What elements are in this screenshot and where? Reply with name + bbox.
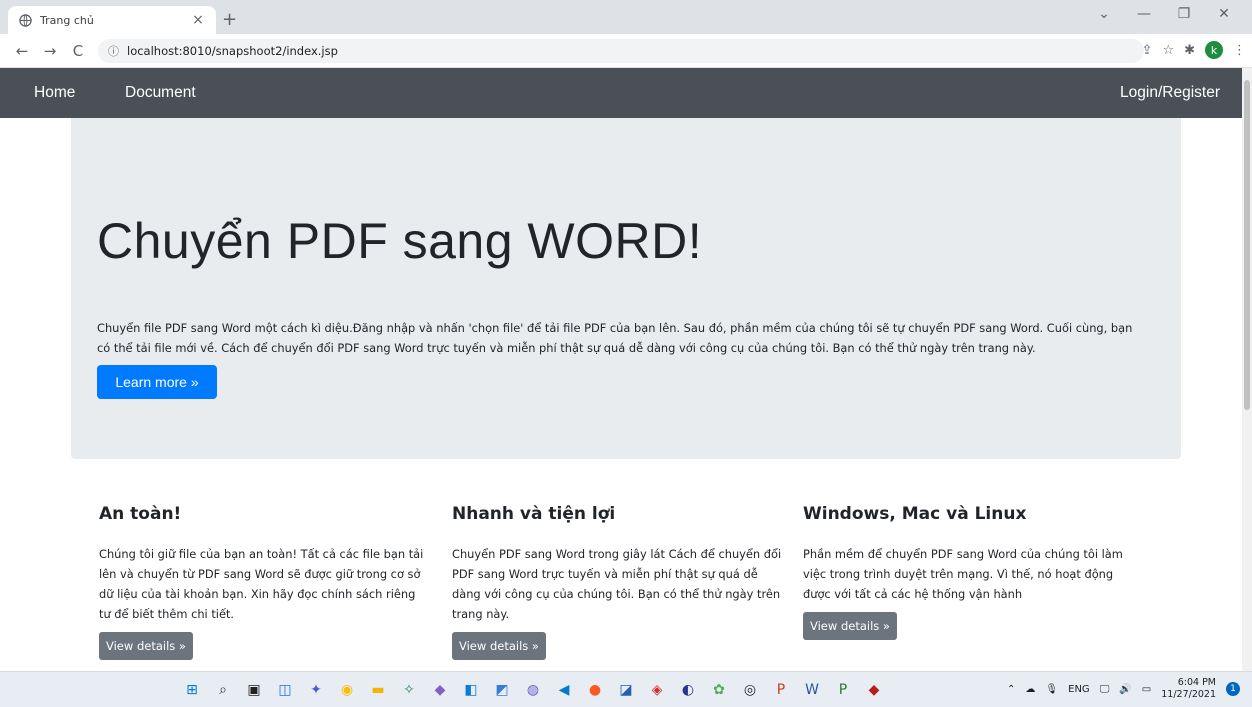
app-icon[interactable]: ◧	[459, 678, 483, 702]
scrollbar-thumb[interactable]	[1244, 80, 1250, 410]
clock-time: 6:04 PM	[1177, 677, 1216, 688]
app-icon[interactable]: ◆	[862, 678, 886, 702]
nav-login-register-link[interactable]: Login/Register	[1120, 84, 1220, 102]
feature-heading: Nhanh và tiện lợi	[452, 504, 616, 524]
search-icon[interactable]: ⌕	[211, 678, 235, 702]
nav-document-link[interactable]: Document	[125, 84, 196, 102]
volume-icon[interactable]: 🔊	[1119, 684, 1131, 695]
nav-home-link[interactable]: Home	[34, 84, 75, 102]
tab-search-icon[interactable]: ⌄	[1084, 6, 1124, 22]
new-tab-button[interactable]: +	[222, 9, 237, 30]
view-details-button[interactable]: View details »	[99, 632, 193, 660]
app-icon[interactable]: ✿	[707, 678, 731, 702]
app-icon[interactable]: ◪	[614, 678, 638, 702]
app-icon[interactable]: ◈	[645, 678, 669, 702]
powerpoint-icon[interactable]: P	[769, 678, 793, 702]
language-indicator[interactable]: ENG	[1068, 684, 1090, 695]
chevron-up-icon[interactable]: ⌃	[1007, 684, 1015, 695]
microphone-icon[interactable]: 🎙	[1045, 684, 1058, 695]
share-icon[interactable]: ⇪	[1142, 43, 1153, 58]
tab-close-icon[interactable]: ×	[190, 12, 206, 28]
app-icon[interactable]: ✧	[397, 678, 421, 702]
feature-column-security: An toàn! Chúng tôi giữ file của bạn an t…	[99, 504, 429, 660]
network-icon[interactable]: 🖵	[1100, 684, 1110, 695]
page-scrollbar[interactable]	[1242, 68, 1252, 671]
clock-date: 11/27/2021	[1161, 689, 1216, 700]
notification-badge[interactable]: 1	[1226, 682, 1240, 696]
clock[interactable]: 6:04 PM 11/27/2021	[1161, 677, 1216, 701]
forward-button[interactable]: →	[38, 42, 62, 60]
address-bar[interactable]: ⓘ localhost:8010/snapshoot2/index.jsp	[98, 39, 1144, 63]
reload-button[interactable]: C	[66, 42, 90, 60]
feature-text: Phần mềm để chuyển PDF sang Word của chú…	[803, 547, 1123, 601]
hero-jumbotron: Chuyển PDF sang WORD! Chuyển file PDF sa…	[71, 118, 1181, 459]
bookmark-star-icon[interactable]: ☆	[1162, 43, 1174, 58]
file-explorer-icon[interactable]: ▬	[366, 678, 390, 702]
web-page: Home Document Login/Register Chuyển PDF …	[0, 68, 1242, 671]
vscode-icon[interactable]: ◀	[552, 678, 576, 702]
feature-heading: An toàn!	[99, 504, 182, 524]
project-icon[interactable]: P	[831, 678, 855, 702]
extensions-icon[interactable]: ✱	[1184, 43, 1195, 58]
view-details-button[interactable]: View details »	[452, 632, 546, 660]
feature-text: Chuyển PDF sang Word trong giây lát Cách…	[452, 547, 782, 621]
feature-column-platforms: Windows, Mac và Linux Phần mềm để chuyển…	[803, 504, 1133, 640]
minimize-button[interactable]: —	[1124, 6, 1164, 22]
globe-icon	[18, 13, 32, 27]
task-view-icon[interactable]: ▣	[242, 678, 266, 702]
teams-icon[interactable]: ✦	[304, 678, 328, 702]
app-icon[interactable]: ◐	[676, 678, 700, 702]
battery-icon[interactable]: ▭	[1142, 684, 1151, 695]
restore-button[interactable]: ❐	[1164, 6, 1204, 22]
window-controls: ⌄ — ❐ ✕	[1084, 6, 1244, 22]
feature-heading: Windows, Mac và Linux	[803, 504, 1027, 524]
app-icon[interactable]: ◩	[490, 678, 514, 702]
word-icon[interactable]: W	[800, 678, 824, 702]
windows-start-icon[interactable]: ⊞	[180, 678, 204, 702]
steam-icon[interactable]: ◎	[738, 678, 762, 702]
close-window-button[interactable]: ✕	[1204, 6, 1244, 22]
site-navbar: Home Document Login/Register	[0, 68, 1242, 118]
browser-toolbar: ← → C ⓘ localhost:8010/snapshoot2/index.…	[0, 34, 1252, 68]
profile-avatar[interactable]: k	[1205, 41, 1223, 59]
browser-tab[interactable]: Trang chủ ×	[8, 6, 216, 34]
learn-more-button[interactable]: Learn more »	[97, 365, 217, 399]
visual-studio-icon[interactable]: ◆	[428, 678, 452, 702]
tab-title: Trang chủ	[40, 13, 94, 27]
onedrive-icon[interactable]: ☁	[1025, 684, 1035, 695]
system-tray: ⌃ ☁ 🎙 ENG 🖵 🔊 ▭ 6:04 PM 11/27/2021 1	[1007, 677, 1240, 701]
hero-heading: Chuyển PDF sang WORD!	[97, 213, 703, 269]
hero-description: Chuyển file PDF sang Word một cách kì di…	[97, 321, 1133, 355]
back-button[interactable]: ←	[10, 42, 34, 60]
feature-column-fast: Nhanh và tiện lợi Chuyển PDF sang Word t…	[452, 504, 782, 660]
view-details-button[interactable]: View details »	[803, 612, 897, 640]
app-icon[interactable]: ●	[583, 678, 607, 702]
info-icon[interactable]: ⓘ	[108, 43, 119, 59]
url-text: localhost:8010/snapshoot2/index.jsp	[127, 44, 338, 58]
taskbar-apps: ⊞ ⌕ ▣ ◫ ✦ ◉ ▬ ✧ ◆ ◧ ◩ ◍ ◀ ● ◪ ◈ ◐ ✿ ◎ P W P ◆	[180, 678, 886, 702]
app-icon[interactable]: ◍	[521, 678, 545, 702]
browser-tabstrip: Trang chủ × + ⌄ — ❐ ✕	[0, 0, 1252, 34]
menu-kebab-icon[interactable]: ⋮	[1233, 43, 1246, 58]
widgets-icon[interactable]: ◫	[273, 678, 297, 702]
feature-text: Chúng tôi giữ file của bạn an toàn! Tất …	[99, 547, 424, 621]
chrome-icon[interactable]: ◉	[335, 678, 359, 702]
windows-taskbar: ⊞ ⌕ ▣ ◫ ✦ ◉ ▬ ✧ ◆ ◧ ◩ ◍ ◀ ● ◪ ◈ ◐ ✿ ◎ P W P ◆ ⌃ ☁ 🎙 ENG 🖵 🔊 ▭ …	[0, 671, 1252, 707]
toolbar-actions: ⇪ ☆ ✱ k ⋮	[1142, 41, 1246, 59]
